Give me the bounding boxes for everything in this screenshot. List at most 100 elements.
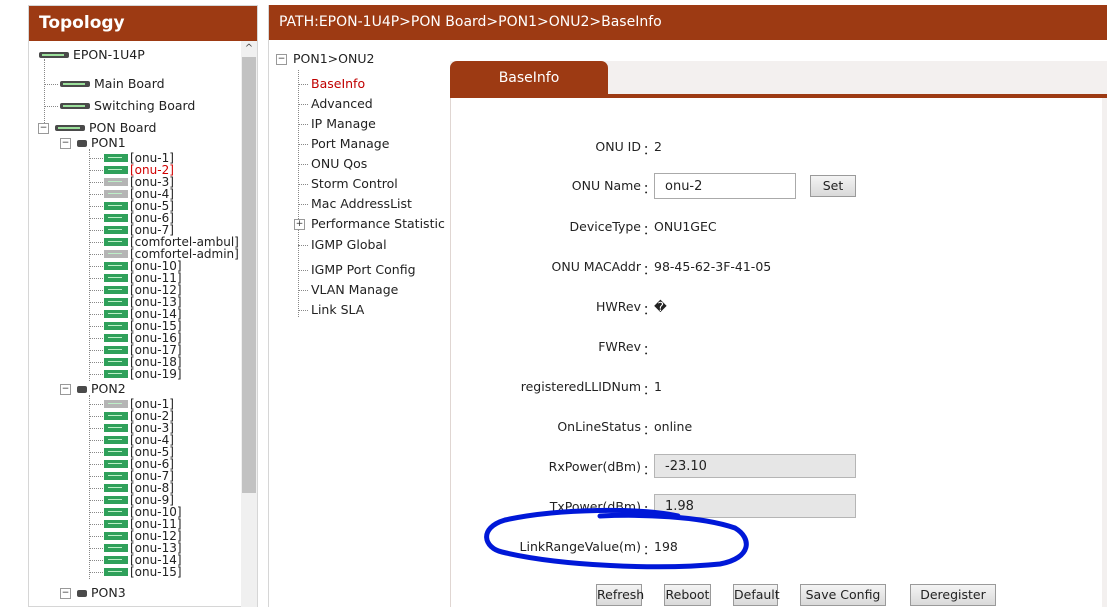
tree-item-label: PON1 [91,135,126,150]
tree-item-switching-board[interactable]: Switching Board [60,98,195,114]
onu-id-label: ONU ID [595,139,641,154]
onu-device-icon [104,262,128,270]
menu-item-label: Mac AddressList [311,196,412,211]
menu-item-mac-addresslist[interactable]: Mac AddressList [311,196,412,212]
menu-item-igmp-global[interactable]: IGMP Global [311,237,387,253]
menu-item-vlan-manage[interactable]: VLAN Manage [311,282,398,298]
tree-line [89,302,103,303]
collapse-icon[interactable]: − [276,53,287,65]
tree-line [89,548,103,549]
tree-line [298,104,308,105]
llid-label: registeredLLIDNum [520,379,641,394]
menu-item-label: Performance Statistic [311,216,445,231]
online-status-value: online [654,419,693,434]
collapse-icon[interactable]: − [60,137,71,149]
tree-line [298,70,299,317]
onu-device-icon [104,238,128,246]
tree-root-label: EPON-1U4P [73,47,145,62]
menu-item-igmp-port-config[interactable]: IGMP Port Config [311,262,416,278]
menu-item-ip-manage[interactable]: IP Manage [311,116,376,132]
onu-menu: − PON1>ONU2 BaseInfo Advanced IP Manage Por… [269,40,445,607]
menu-item-advanced[interactable]: Advanced [311,96,373,112]
topology-panel: Topology EPON-1U4P Main Board Switching … [28,5,258,607]
menu-item-link-sla[interactable]: Link SLA [311,302,364,318]
collapse-icon[interactable]: − [38,122,49,134]
tree-line [89,524,103,525]
tree-item-label: [onu-15] [130,565,182,579]
tree-item-onu[interactable]: [onu-19] [104,368,182,380]
onu-device-icon [104,250,128,258]
tree-item-pon[interactable]: − PON2 [60,381,126,397]
onu-id-value: 2 [654,139,662,154]
menu-item-performance-statistic[interactable]: + Performance Statistic [294,216,445,232]
tree-item-label: PON Board [89,120,157,135]
menu-item-label: Advanced [311,96,373,111]
tree-item-label: PON3 [91,585,126,600]
baseinfo-form: ONU ID ： 2 ONU Name ： Set DeviceType ： O… [450,98,1102,607]
onu-device-icon [104,496,128,504]
tree-item-pon[interactable]: − PON1 [60,135,126,151]
reboot-button[interactable]: Reboot [664,584,711,606]
save-config-button[interactable]: Save Config [800,584,886,606]
menu-item-baseinfo[interactable]: BaseInfo [311,76,365,92]
expand-icon[interactable]: + [294,218,305,230]
tree-line [89,338,103,339]
tree-item-label: Switching Board [94,98,196,113]
tree-line [298,164,308,165]
collapse-icon[interactable]: − [60,383,71,395]
tab-baseinfo[interactable]: BaseInfo [450,61,608,95]
menu-item-label: Link SLA [311,302,365,317]
hwrev-label: HWRev [596,299,641,314]
tree-line [298,270,308,271]
onu-device-icon [104,532,128,540]
onu-device-icon [104,274,128,282]
device-type-value: ONU1GEC [654,219,717,234]
menu-root[interactable]: − PON1>ONU2 [276,51,374,67]
onu-device-icon [104,508,128,516]
tree-line [89,362,103,363]
onu-device-icon [104,166,128,174]
tree-line [298,124,308,125]
tree-line [298,310,308,311]
board-device-icon [60,81,90,87]
set-button[interactable]: Set [810,175,856,197]
row-llid: registeredLLIDNum ： 1 [451,374,1091,400]
tx-power-label: TxPower(dBm) [549,499,641,514]
row-tx-power: TxPower(dBm) ： 1.98 [451,494,1091,520]
onu-device-icon [104,322,128,330]
onu-device-icon [104,472,128,480]
row-hwrev: HWRev ： � [451,294,1091,320]
tree-line [298,144,308,145]
tree-item-pon[interactable]: − PON3 [60,585,126,601]
mac-value: 98-45-62-3F-41-05 [654,259,772,274]
onu-name-label: ONU Name [571,178,641,193]
deregister-button[interactable]: Deregister [910,584,996,606]
tree-line [89,158,103,159]
scrollbar-thumb[interactable] [242,57,256,493]
menu-item-port-manage[interactable]: Port Manage [311,136,389,152]
scroll-up-icon[interactable]: ^ [241,41,257,57]
tree-line [89,350,103,351]
tree-item-pon-board[interactable]: − PON Board [38,120,156,136]
tree-root-epon[interactable]: EPON-1U4P [39,47,145,63]
menu-item-storm-control[interactable]: Storm Control [311,176,398,192]
rx-power-label: RxPower(dBm) [548,459,641,474]
tree-item-label: [onu-19] [130,367,182,381]
default-button[interactable]: Default [733,584,780,606]
collapse-icon[interactable]: − [60,587,71,599]
colon: ： [643,342,656,357]
menu-item-onu-qos[interactable]: ONU Qos [311,156,367,172]
onu-device-icon [104,298,128,306]
onu-device-icon [104,154,128,162]
main-panel: PATH:EPON-1U4P>PON Board>PON1>ONU2>BaseI… [268,5,1107,607]
onu-device-icon [104,556,128,564]
olt-device-icon [39,52,69,58]
pon-port-icon [77,139,87,147]
refresh-button[interactable]: Refresh [596,584,644,606]
topology-scrollbar[interactable]: ^ [241,41,257,607]
tree-item-main-board[interactable]: Main Board [60,76,165,92]
tree-item-onu[interactable]: [onu-15] [104,566,182,578]
onu-device-icon [104,460,128,468]
onu-name-input[interactable] [654,173,796,199]
menu-item-label: ONU Qos [311,156,368,171]
